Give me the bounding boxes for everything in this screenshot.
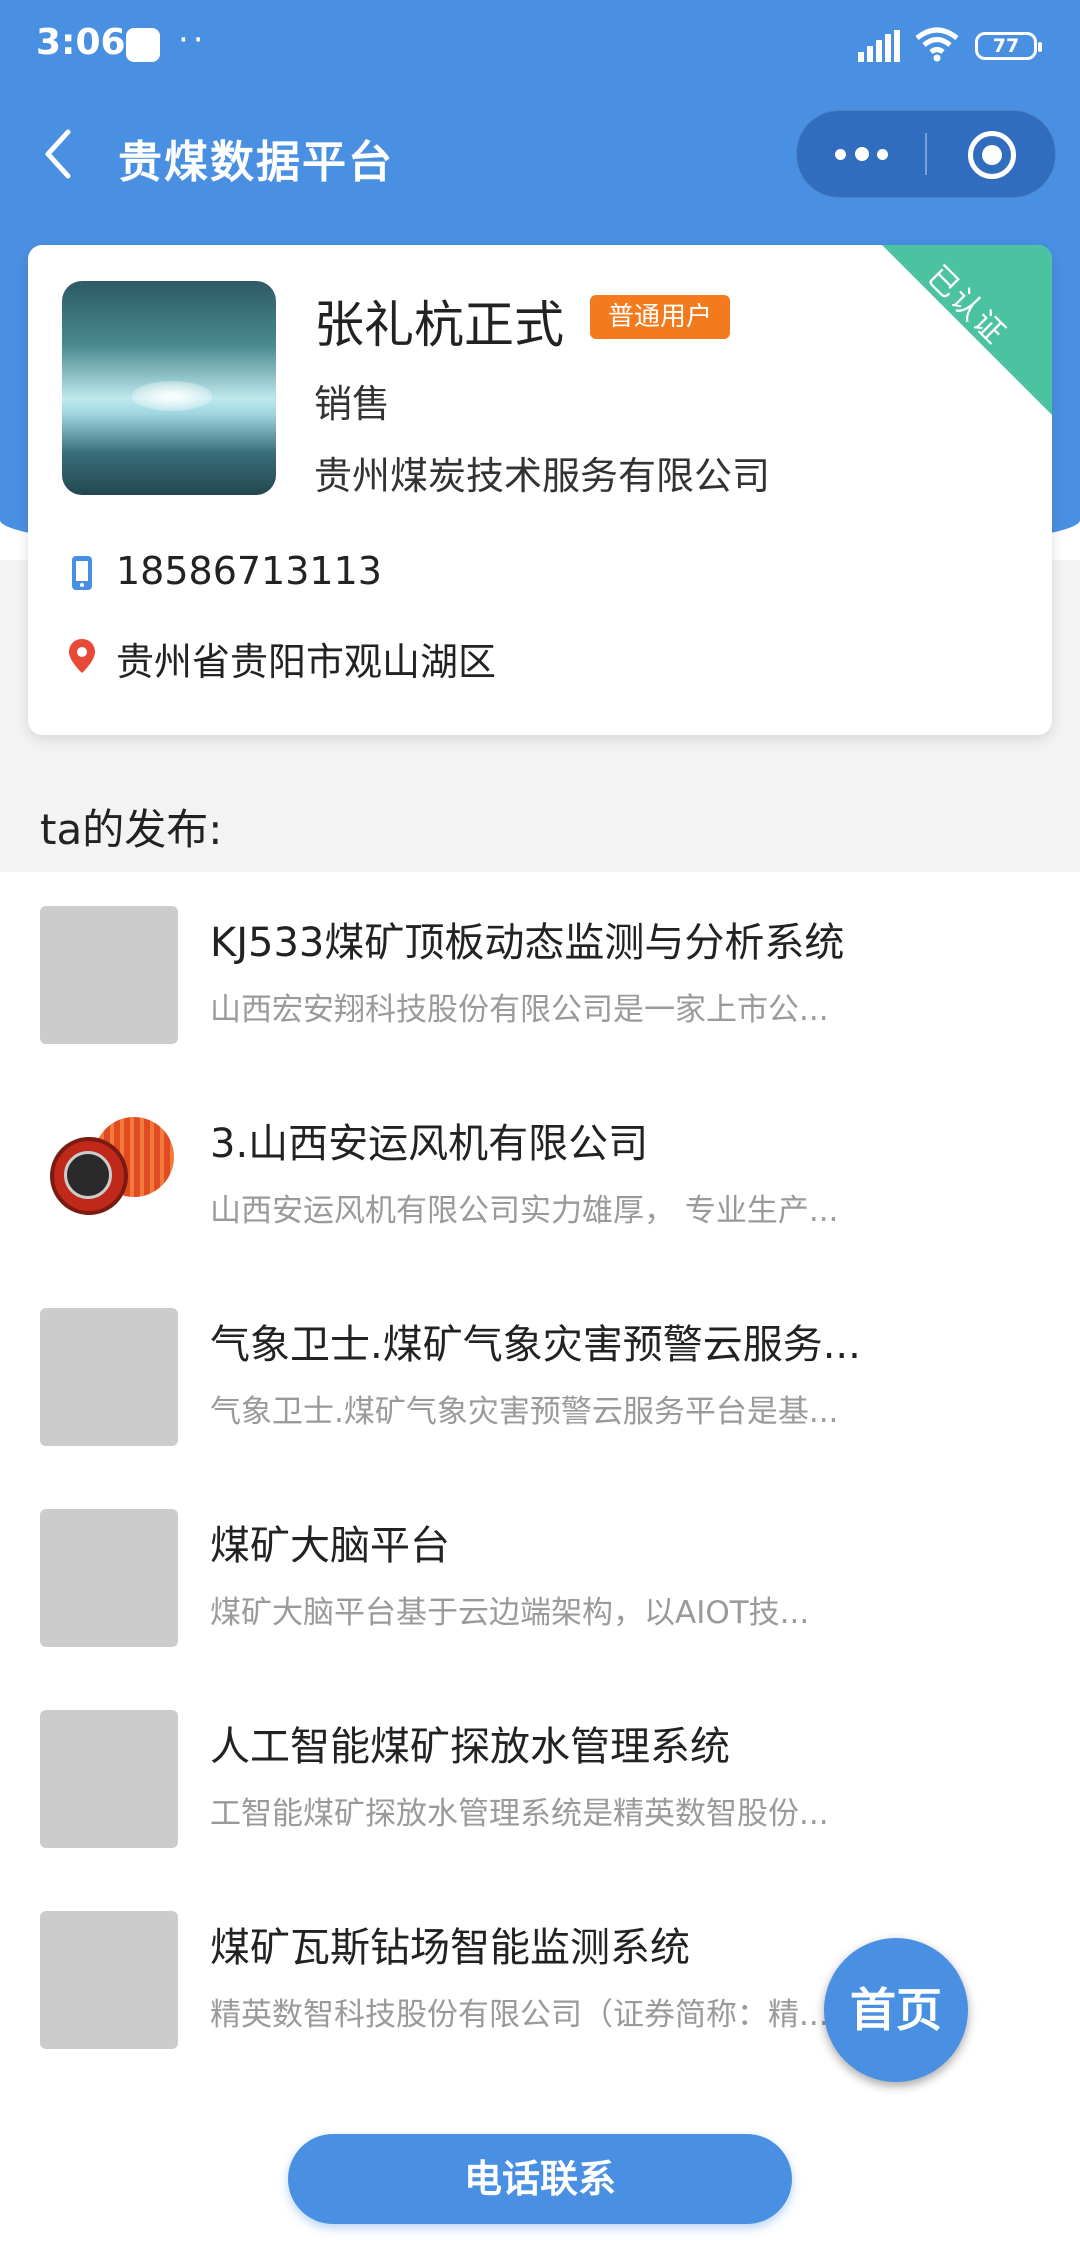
user-type-badge: 普通用户 (590, 295, 731, 339)
post-description: 精英数智科技股份有限公司（证券简称：精... (210, 1997, 829, 2033)
battery-icon: 77 (975, 32, 1042, 60)
post-description: 煤矿大脑平台基于云边端架构，以AIOT技... (210, 1595, 810, 1631)
close-mini-program-icon[interactable] (926, 111, 1055, 197)
status-time: 3:06 (36, 22, 126, 63)
location-pin-icon (69, 639, 95, 673)
list-item[interactable]: 3.山西安运风机有限公司 山西安运风机有限公司实力雄厚， 专业生产... (0, 1107, 1080, 1307)
post-description: 山西安运风机有限公司实力雄厚， 专业生产... (210, 1193, 839, 1229)
more-options-icon[interactable] (797, 111, 926, 197)
call-button[interactable]: 电话联系 (288, 2134, 792, 2224)
status-bar: 3:06 ·· 77 (0, 0, 1080, 96)
user-role: 销售 (314, 382, 391, 426)
phone-number[interactable]: 18586713113 (116, 549, 382, 593)
post-description: 工智能煤矿探放水管理系统是精英数智股份... (210, 1796, 829, 1832)
section-title: ta的发布: (40, 805, 223, 854)
wifi-icon (915, 27, 959, 62)
post-title: 煤矿大脑平台 (210, 1523, 450, 1569)
post-thumbnail (40, 1107, 178, 1245)
app-notification-icon (126, 28, 160, 62)
list-item[interactable]: 煤矿大脑平台 煤矿大脑平台基于云边端架构，以AIOT技... (0, 1509, 1080, 1709)
post-thumbnail (40, 1710, 178, 1848)
home-button[interactable]: 首页 (824, 1938, 968, 2082)
list-item[interactable]: 人工智能煤矿探放水管理系统 工智能煤矿探放水管理系统是精英数智股份... (0, 1710, 1080, 1910)
back-icon[interactable] (38, 122, 78, 186)
user-name: 张礼杭正式 (314, 296, 564, 354)
avatar (62, 281, 276, 495)
profile-card: 张礼杭正式 普通用户 销售 贵州煤炭技术服务有限公司 已认证 185867131… (28, 245, 1052, 735)
post-thumbnail (40, 1509, 178, 1647)
user-company: 贵州煤炭技术服务有限公司 (314, 454, 771, 498)
post-title: 3.山西安运风机有限公司 (210, 1121, 649, 1167)
post-title: KJ533煤矿顶板动态监测与分析系统 (210, 920, 845, 966)
location-text: 贵州省贵阳市观山湖区 (116, 640, 497, 684)
post-title: 气象卫士.煤矿气象灾害预警云服务... (210, 1322, 861, 1368)
post-thumbnail (40, 906, 178, 1044)
post-thumbnail (40, 1911, 178, 2049)
list-item[interactable]: KJ533煤矿顶板动态监测与分析系统 山西宏安翔科技股份有限公司是一家上市公..… (0, 906, 1080, 1106)
post-description: 气象卫士.煤矿气象灾害预警云服务平台是基... (210, 1394, 839, 1430)
post-thumbnail (40, 1308, 178, 1446)
mini-program-capsule (796, 110, 1056, 198)
post-description: 山西宏安翔科技股份有限公司是一家上市公... (210, 992, 829, 1028)
phone-icon (72, 556, 92, 590)
status-dots: ·· (178, 20, 208, 60)
post-title: 人工智能煤矿探放水管理系统 (210, 1724, 730, 1770)
signal-icon (858, 30, 900, 62)
post-title: 煤矿瓦斯钻场智能监测系统 (210, 1925, 690, 1971)
list-item[interactable]: 气象卫士.煤矿气象灾害预警云服务... 气象卫士.煤矿气象灾害预警云服务平台是基… (0, 1308, 1080, 1508)
page-title: 贵煤数据平台 (118, 137, 394, 188)
